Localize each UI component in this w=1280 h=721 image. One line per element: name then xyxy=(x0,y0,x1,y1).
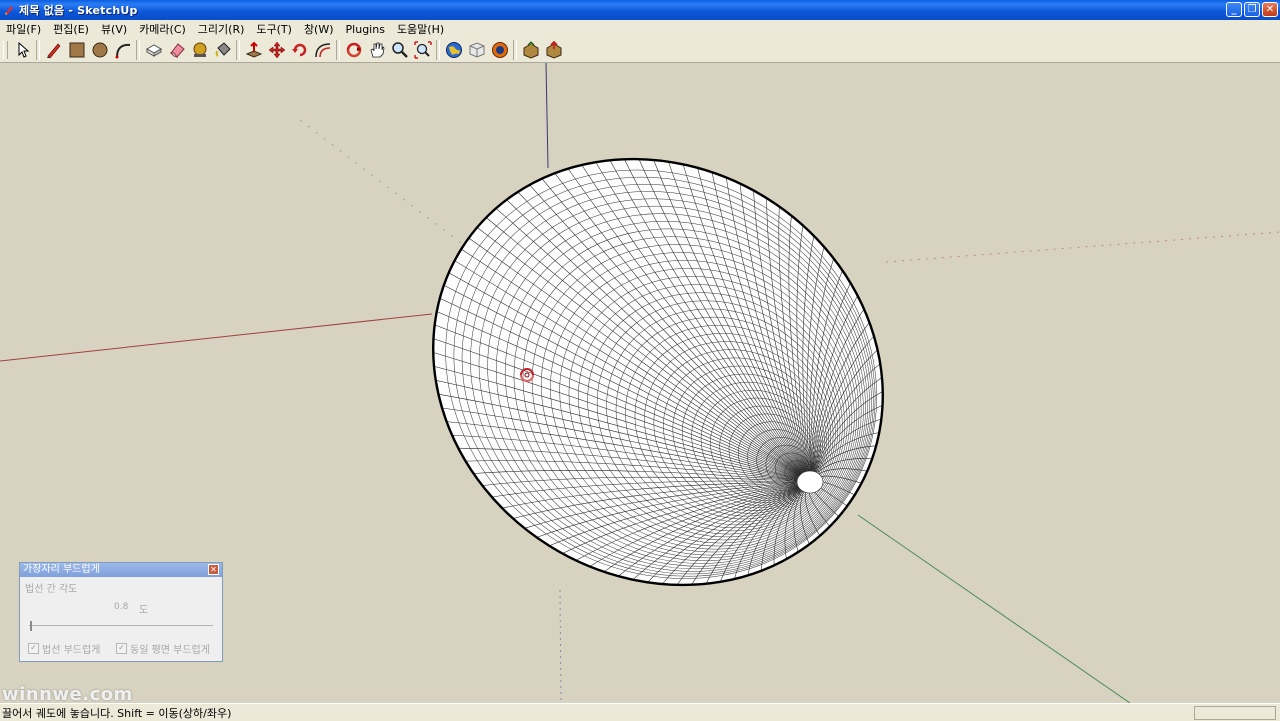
red-axis-line-dotted xyxy=(885,231,1280,263)
share-model-button[interactable] xyxy=(488,39,511,61)
get-models-icon xyxy=(469,42,484,58)
eraser-tool-icon xyxy=(169,43,185,58)
rotate-tool-icon xyxy=(291,43,306,57)
checkbox-check-icon: ✓ xyxy=(116,643,127,654)
ellipsoid-pole xyxy=(796,470,824,494)
pan-tool-button[interactable] xyxy=(365,39,388,61)
offset-tool-icon xyxy=(314,43,330,58)
rotate-tool-button[interactable] xyxy=(288,39,311,61)
pan-tool-icon xyxy=(370,42,384,58)
zoom-extents-icon xyxy=(413,41,432,59)
angle-slider-track[interactable] xyxy=(29,625,213,626)
smooth-normals-label: 법선 부드럽게 xyxy=(42,645,101,656)
paint-bucket-icon xyxy=(215,42,231,57)
tape-measure-button[interactable] xyxy=(188,39,211,61)
get-models-button[interactable] xyxy=(465,39,488,61)
circle-tool-button[interactable] xyxy=(88,39,111,61)
smooth-coplanar-label: 동일 평면 부드럽게 xyxy=(130,645,210,656)
toolbar-separator xyxy=(513,40,517,60)
move-tool-button[interactable] xyxy=(265,39,288,61)
toolbar-separator xyxy=(136,40,140,60)
toolbar xyxy=(0,38,1280,63)
rectangle-tool-button[interactable] xyxy=(65,39,88,61)
red-axis-line xyxy=(0,313,433,362)
toolbar-separator xyxy=(236,40,240,60)
blue-axis-line-dotted xyxy=(559,589,562,703)
checkbox-check-icon: ✓ xyxy=(28,643,39,654)
angle-unit: 도 xyxy=(139,605,149,616)
make-component-button[interactable] xyxy=(142,39,165,61)
measurements-box[interactable] xyxy=(1194,706,1276,720)
share-component-icon xyxy=(546,41,561,59)
menu-tools[interactable]: 도구(T) xyxy=(250,21,298,37)
toolbar-separator xyxy=(336,40,340,60)
arc-tool-button[interactable] xyxy=(111,39,134,61)
angle-label: 법선 간 각도 xyxy=(25,584,78,595)
select-tool-button[interactable] xyxy=(11,39,34,61)
paint-bucket-button[interactable] xyxy=(211,39,234,61)
menu-view[interactable]: 뷰(V) xyxy=(95,21,133,37)
green-axis-line xyxy=(857,514,1131,703)
minimize-button[interactable]: _ xyxy=(1226,2,1242,17)
blue-axis-line xyxy=(545,63,549,169)
push-pull-icon xyxy=(245,41,262,58)
toolbar-grip[interactable] xyxy=(3,41,8,59)
ellipsoid-model[interactable] xyxy=(353,75,964,669)
menu-help[interactable]: 도움말(H) xyxy=(391,21,450,37)
share-model-icon xyxy=(491,42,508,58)
zoom-extents-button[interactable] xyxy=(411,39,434,61)
status-text: 끌어서 궤도에 놓습니다. Shift = 이동(상하/좌우) xyxy=(2,706,232,720)
dialog-title: 가장자리 부드럽게 xyxy=(23,564,100,575)
make-component-icon xyxy=(145,44,162,57)
menu-draw[interactable]: 그리기(R) xyxy=(192,21,251,37)
close-button[interactable]: ✕ xyxy=(1262,2,1278,17)
pencil-tool-button[interactable] xyxy=(42,39,65,61)
offset-tool-button[interactable] xyxy=(311,39,334,61)
pencil-tool-icon xyxy=(46,43,60,59)
menu-file[interactable]: 파일(F) xyxy=(0,21,47,37)
soften-edges-dialog: 가장자리 부드럽게 ✕ 법선 간 각도 0.8 도 ✓ 법선 부드럽게 ✓ 동일… xyxy=(19,562,223,662)
ellipsoid-surface[interactable] xyxy=(353,75,964,669)
circle-tool-icon xyxy=(92,42,107,58)
smooth-coplanar-checkbox[interactable]: ✓ 동일 평면 부드럽게 xyxy=(116,641,210,656)
window-title: 제목 없음 - SketchUp xyxy=(19,4,138,17)
tape-measure-icon xyxy=(193,42,206,57)
eraser-tool-button[interactable] xyxy=(165,39,188,61)
title-bar: 제목 없음 - SketchUp _ ❐ ✕ xyxy=(0,0,1280,20)
restore-button[interactable]: ❐ xyxy=(1244,2,1260,17)
menu-camera[interactable]: 카메라(C) xyxy=(133,21,192,37)
angle-slider-thumb[interactable] xyxy=(30,621,32,631)
dialog-close-button[interactable]: ✕ xyxy=(208,564,219,575)
arc-tool-icon xyxy=(115,43,130,59)
menu-edit[interactable]: 편집(E) xyxy=(47,21,95,37)
green-axis-line-dotted xyxy=(299,119,471,251)
dialog-title-bar[interactable]: 가장자리 부드럽게 ✕ xyxy=(20,563,222,577)
rectangle-tool-icon xyxy=(69,42,84,58)
menu-bar: 파일(F) 편집(E) 뷰(V) 카메라(C) 그리기(R) 도구(T) 창(W… xyxy=(0,20,1280,38)
get-components-button[interactable] xyxy=(519,39,542,61)
watermark-text: winnwe.com xyxy=(2,684,133,705)
move-tool-icon xyxy=(268,41,285,59)
menu-window[interactable]: 창(W) xyxy=(298,21,340,37)
zoom-tool-button[interactable] xyxy=(388,39,411,61)
zoom-tool-icon xyxy=(391,42,408,58)
orbit-tool-icon xyxy=(346,42,361,58)
select-tool-icon xyxy=(18,41,29,58)
toolbar-separator xyxy=(36,40,40,60)
google-earth-button[interactable] xyxy=(442,39,465,61)
status-bar: 끌어서 궤도에 놓습니다. Shift = 이동(상하/좌우) xyxy=(0,703,1280,721)
google-earth-icon xyxy=(445,42,462,58)
toolbar-separator xyxy=(436,40,440,60)
orbit-tool-button[interactable] xyxy=(342,39,365,61)
menu-plugins[interactable]: Plugins xyxy=(340,23,391,36)
smooth-normals-checkbox[interactable]: ✓ 법선 부드럽게 xyxy=(28,641,100,656)
share-component-button[interactable] xyxy=(542,39,565,61)
sketchup-app-icon xyxy=(5,6,13,15)
get-components-icon xyxy=(523,41,538,59)
push-pull-button[interactable] xyxy=(242,39,265,61)
angle-value: 0.8 xyxy=(114,602,129,612)
